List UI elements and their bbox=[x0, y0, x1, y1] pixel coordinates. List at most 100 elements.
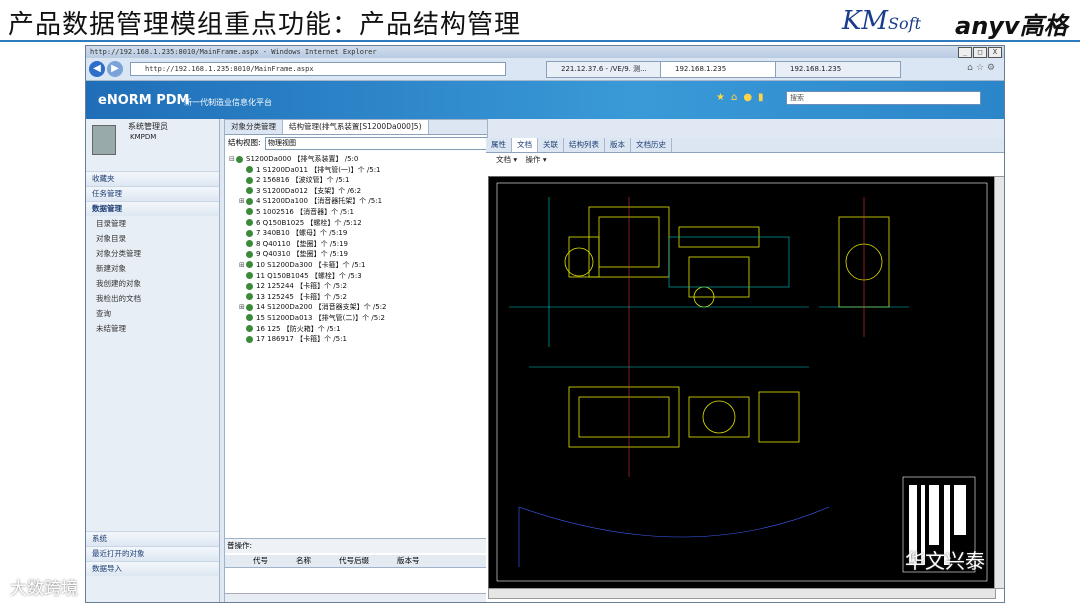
browser-tab-2[interactable]: 192.168.1.235 bbox=[660, 61, 786, 78]
banner-tool-icons[interactable]: ★⌂●▮ bbox=[716, 92, 770, 103]
sidebar-subitem[interactable]: 目录管理 bbox=[86, 216, 219, 231]
tab-object-classification[interactable]: 对象分类管理 bbox=[225, 120, 283, 134]
tree-node[interactable]: ⊞ 4 S1200Da100 【消音器托架】个 /5:1 bbox=[229, 196, 387, 207]
part-icon bbox=[246, 176, 253, 184]
tab-detail[interactable]: 关联 bbox=[538, 138, 564, 152]
home-star-gear-icons[interactable]: ⌂☆⚙ bbox=[967, 63, 998, 73]
expand-toggle-icon[interactable]: ⊞ bbox=[239, 196, 246, 207]
cad-drawing-viewer[interactable] bbox=[488, 176, 996, 589]
avatar bbox=[92, 125, 116, 155]
tree-node[interactable]: 6 Q150B1025 【螺栓】个 /5:12 bbox=[229, 218, 387, 229]
tree-node[interactable]: 3 S1200Da012 【支架】个 /6:2 bbox=[229, 186, 387, 197]
tree-node-label: 2 156816 【波纹管】个 /5:1 bbox=[256, 176, 350, 185]
anyv-logo: anyv高格 bbox=[955, 12, 1068, 40]
watermark-left: 大数跨境 bbox=[10, 579, 78, 599]
column-header[interactable]: 代号后缀 bbox=[311, 555, 369, 567]
title-divider bbox=[0, 40, 1080, 42]
address-bar[interactable]: http://192.168.1.235:8010/MainFrame.aspx bbox=[130, 62, 506, 76]
tree-node[interactable]: 9 Q40310 【垫圈】个 /5:19 bbox=[229, 249, 387, 260]
tree-node[interactable]: ⊟ S1200Da000 【排气系装置】 /5:0 bbox=[229, 154, 387, 165]
maximize-button[interactable]: □ bbox=[973, 47, 987, 58]
forward-icon[interactable]: ▶ bbox=[107, 61, 123, 77]
part-icon bbox=[246, 166, 253, 174]
browser-tab-3[interactable]: 192.168.1.235 bbox=[775, 61, 901, 78]
tab-detail[interactable]: 版本 bbox=[605, 138, 631, 152]
sidebar-item-tasks[interactable]: 任务管理 bbox=[86, 186, 219, 201]
tree-node-label: 5 1002516 【消音器】个 /5:1 bbox=[256, 207, 354, 216]
viewer-vertical-scrollbar[interactable] bbox=[994, 176, 1004, 589]
tab-detail[interactable]: 文档 bbox=[512, 138, 538, 152]
tree-node[interactable]: 16 125 【防火箱】个 /5:1 bbox=[229, 324, 387, 335]
view-select[interactable]: 物理视图 bbox=[265, 137, 487, 150]
browser-window: http://192.168.1.235:8010/MainFrame.aspx… bbox=[85, 45, 1005, 603]
tree-node[interactable]: 8 Q40110 【垫圈】个 /5:19 bbox=[229, 239, 387, 250]
sidebar-subitem[interactable]: 未结管理 bbox=[86, 321, 219, 336]
tab-structure-management[interactable]: 结构管理(排气系装置[S1200Da000]5) bbox=[283, 120, 429, 134]
tree-node-label: 11 Q150B1045 【螺栓】个 /5:3 bbox=[256, 271, 362, 280]
tree-node-label: S1200Da000 【排气系装置】 /5:0 bbox=[246, 155, 359, 163]
horizontal-scrollbar[interactable] bbox=[225, 593, 487, 602]
part-icon bbox=[246, 219, 253, 227]
doc-menu[interactable]: 文档 bbox=[496, 155, 511, 164]
tree-node[interactable]: ⊞ 10 S1200Da300 【卡箍】个 /5:1 bbox=[229, 260, 387, 271]
app-banner: eNORM PDM 新一代制造业信息化平台 ★⌂●▮ 搜索 bbox=[86, 81, 1004, 119]
sidebar-item-favorites[interactable]: 收藏夹 bbox=[86, 171, 219, 186]
tab-detail[interactable]: 结构列表 bbox=[564, 138, 605, 152]
column-header[interactable]: 名称 bbox=[268, 555, 311, 567]
browser-tab-1[interactable]: 221.12.37.6 - /VE/9. 测... bbox=[546, 61, 666, 78]
viewer-toolbar: 文档 ▾ 操作 ▾ bbox=[496, 155, 547, 164]
view-label: 结构视图: bbox=[228, 138, 261, 147]
minimize-button[interactable]: _ bbox=[958, 47, 972, 58]
expand-toggle-icon[interactable]: ⊟ bbox=[229, 154, 236, 165]
sidebar-subitem[interactable]: 我创建的对象 bbox=[86, 276, 219, 291]
operations-bar: 普操作: bbox=[225, 538, 489, 553]
structure-tree: ⊟ S1200Da000 【排气系装置】 /5:0 1 S1200Da011 【排气… bbox=[229, 154, 387, 345]
tree-node-label: 4 S1200Da100 【消音器托架】个 /5:1 bbox=[256, 197, 383, 206]
sidebar-subitem[interactable]: 我检出的文档 bbox=[86, 291, 219, 306]
tree-node-label: 7 340B10 【螺母】个 /5:19 bbox=[256, 229, 348, 238]
tree-node[interactable]: ⊞ 14 S1200Da200 【消音器支架】个 /5:2 bbox=[229, 302, 387, 313]
tree-node[interactable]: 12 125244 【卡箍】个 /5:2 bbox=[229, 281, 387, 292]
expand-toggle-icon[interactable]: ⊞ bbox=[239, 260, 246, 271]
tab-detail[interactable]: 属性 bbox=[486, 138, 512, 152]
sidebar-subitem[interactable]: 对象分类管理 bbox=[86, 246, 219, 261]
sidebar-subitem[interactable]: 新建对象 bbox=[86, 261, 219, 276]
search-input[interactable]: 搜索 bbox=[786, 91, 981, 105]
close-button[interactable]: X bbox=[988, 47, 1002, 58]
sidebar-subitem[interactable]: 查询 bbox=[86, 306, 219, 321]
part-icon bbox=[246, 282, 253, 290]
tree-node[interactable]: 15 S1200Da013 【排气管(二)】个 /5:2 bbox=[229, 313, 387, 324]
back-icon[interactable]: ◀ bbox=[89, 61, 105, 77]
column-header[interactable]: 版本号 bbox=[369, 555, 420, 567]
op-menu[interactable]: 操作 bbox=[526, 155, 541, 164]
sidebar-bottom-item[interactable]: 系统 bbox=[86, 531, 219, 546]
tree-node-label: 15 S1200Da013 【排气管(二)】个 /5:2 bbox=[256, 313, 385, 322]
tree-node[interactable]: 1 S1200Da011 【排气管(一)】个 /5:1 bbox=[229, 165, 387, 176]
tree-node-label: 12 125244 【卡箍】个 /5:2 bbox=[256, 282, 347, 291]
detail-panel: 属性 文档 关联 结构列表 版本 文档历史 文档 ▾ 操作 ▾ bbox=[486, 138, 1004, 602]
part-icon bbox=[246, 261, 253, 269]
part-icon bbox=[246, 250, 253, 258]
sidebar-bottom-item[interactable]: 数据导入 bbox=[86, 561, 219, 576]
tree-node-label: 10 S1200Da300 【卡箍】个 /5:1 bbox=[256, 260, 366, 269]
sidebar-item-data[interactable]: 数据管理 bbox=[86, 201, 219, 216]
part-icon bbox=[246, 272, 253, 280]
tree-node[interactable]: 5 1002516 【消音器】个 /5:1 bbox=[229, 207, 387, 218]
tree-node[interactable]: 13 125245 【卡箍】个 /5:2 bbox=[229, 292, 387, 303]
sidebar-bottom-item[interactable]: 最近打开的对象 bbox=[86, 546, 219, 561]
expand-toggle-icon[interactable]: ⊞ bbox=[239, 302, 246, 313]
tree-node[interactable]: 2 156816 【波纹管】个 /5:1 bbox=[229, 175, 387, 186]
part-icon bbox=[246, 293, 253, 301]
part-icon bbox=[246, 314, 253, 322]
sidebar-subitem[interactable]: 对象目录 bbox=[86, 231, 219, 246]
part-icon bbox=[246, 187, 253, 195]
tree-node[interactable]: 7 340B10 【螺母】个 /5:19 bbox=[229, 228, 387, 239]
tree-node[interactable]: 17 186917 【卡箍】个 /5:1 bbox=[229, 334, 387, 345]
column-header[interactable]: 代号 bbox=[225, 555, 268, 567]
tab-detail[interactable]: 文档历史 bbox=[631, 138, 672, 152]
viewer-horizontal-scrollbar[interactable] bbox=[488, 588, 996, 599]
user-id: KMPDM bbox=[130, 133, 157, 141]
user-panel: 系统管理员 KMPDM bbox=[86, 119, 219, 171]
tree-node[interactable]: 11 Q150B1045 【螺栓】个 /5:3 bbox=[229, 271, 387, 282]
view-row: 结构视图: 物理视图 bbox=[225, 135, 487, 151]
